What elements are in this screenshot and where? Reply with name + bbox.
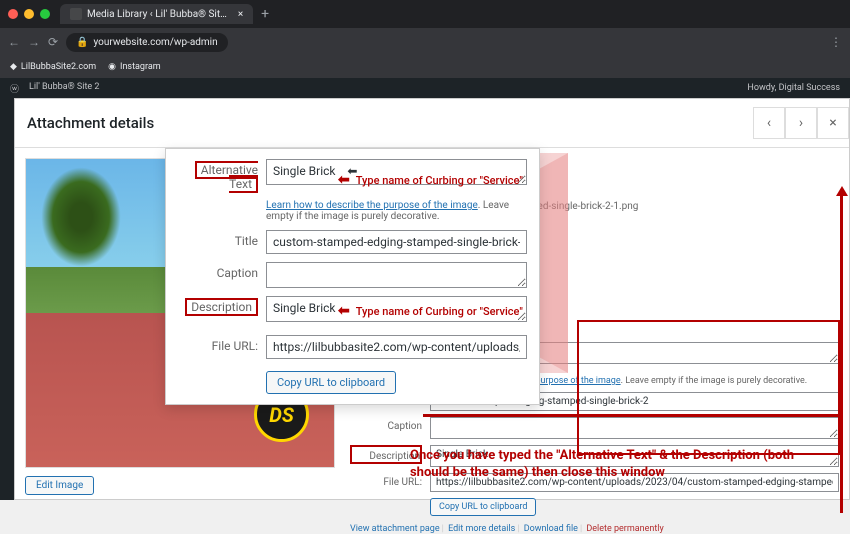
- tab-favicon: [70, 8, 82, 20]
- annotation-arrow-line: [840, 193, 843, 513]
- image-content: [41, 167, 121, 267]
- zoom-title-label: Title: [178, 230, 258, 248]
- zoom-desc-label: Description: [185, 298, 258, 316]
- tab-title: Media Library ‹ Lil' Bubba® Sit…: [87, 9, 227, 20]
- maximize-window-icon[interactable]: [40, 9, 50, 19]
- wp-admin-bar: ⓦ Lil' Bubba® Site 2 Howdy, Digital Succ…: [0, 78, 850, 98]
- zoom-caption-label: Caption: [178, 262, 258, 280]
- close-window-icon[interactable]: [8, 9, 18, 19]
- site-link[interactable]: Lil' Bubba® Site 2: [29, 82, 99, 95]
- copy-url-button[interactable]: Copy URL to clipboard: [430, 498, 536, 516]
- edit-image-button[interactable]: Edit Image: [25, 476, 94, 495]
- arrow-left-icon: ⬅: [338, 172, 350, 188]
- extensions-icon[interactable]: ⋮: [830, 35, 842, 49]
- annotation-arrow-line: [423, 414, 843, 417]
- howdy-text[interactable]: Howdy, Digital Success: [747, 83, 840, 93]
- new-tab-button[interactable]: +: [261, 6, 269, 22]
- view-attachment-link[interactable]: View attachment page: [350, 524, 440, 534]
- zoom-title-input[interactable]: [266, 230, 527, 254]
- wp-logo-icon[interactable]: ⓦ: [10, 82, 19, 95]
- prev-attachment-button[interactable]: ‹: [753, 107, 785, 139]
- content-area: Attachment details ‹ › × DS Edit Image U…: [0, 98, 850, 500]
- caption-input[interactable]: [430, 417, 839, 439]
- zoom-copy-url-button[interactable]: Copy URL to clipboard: [266, 371, 396, 394]
- minimize-window-icon[interactable]: [24, 9, 34, 19]
- window-controls: [8, 9, 50, 19]
- zoom-caption-input[interactable]: [266, 262, 527, 288]
- next-attachment-button[interactable]: ›: [785, 107, 817, 139]
- attachment-actions: View attachment page| Edit more details|…: [350, 524, 839, 534]
- close-modal-button[interactable]: ×: [817, 107, 849, 139]
- annotation-arrowhead-icon: [836, 186, 848, 196]
- lock-icon: 🔒: [76, 37, 88, 48]
- zoom-url-label: File URL:: [178, 335, 258, 353]
- annotation-text: Type name of Curbing or "Service": [356, 174, 523, 187]
- annotation-instruction: Once you have typed the "Alternative Tex…: [410, 448, 820, 482]
- annotation-zoom-overlay: Alternative Text Single Brick ⬅ ⬅Type na…: [165, 148, 540, 405]
- caption-label: Caption: [350, 417, 422, 432]
- edit-details-link[interactable]: Edit more details: [448, 524, 515, 534]
- browser-tab[interactable]: Media Library ‹ Lil' Bubba® Sit… ×: [60, 4, 253, 24]
- close-tab-icon[interactable]: ×: [238, 9, 243, 20]
- arrow-left-icon: ⬅: [338, 303, 350, 319]
- url-text: yourwebsite.com/wp-admin: [94, 37, 218, 48]
- annotation-text: Type name of Curbing or "Service": [356, 305, 523, 318]
- browser-tab-strip: Media Library ‹ Lil' Bubba® Sit… × +: [0, 0, 850, 28]
- browser-toolbar: ← → ⟳ 🔒 yourwebsite.com/wp-admin ⋮: [0, 28, 850, 56]
- reload-icon[interactable]: ⟳: [48, 35, 58, 49]
- back-icon[interactable]: ←: [8, 35, 20, 49]
- wp-sidebar: [0, 98, 14, 500]
- bookmark-item[interactable]: ◆LilBubbaSite2.com: [10, 62, 96, 72]
- delete-permanently-link[interactable]: Delete permanently: [586, 524, 663, 534]
- zoom-url-input[interactable]: [266, 335, 527, 359]
- zoom-alt-label: Alternative Text: [195, 161, 258, 193]
- bookmark-item[interactable]: ◉Instagram: [108, 62, 160, 72]
- zoom-alt-help-link[interactable]: Learn how to describe the purpose of the…: [266, 200, 478, 211]
- address-bar[interactable]: 🔒 yourwebsite.com/wp-admin: [66, 33, 228, 52]
- modal-title: Attachment details: [27, 114, 154, 132]
- bookmarks-bar: ◆LilBubbaSite2.com ◉Instagram: [0, 56, 850, 78]
- forward-icon[interactable]: →: [28, 35, 40, 49]
- download-file-link[interactable]: Download file: [524, 524, 578, 534]
